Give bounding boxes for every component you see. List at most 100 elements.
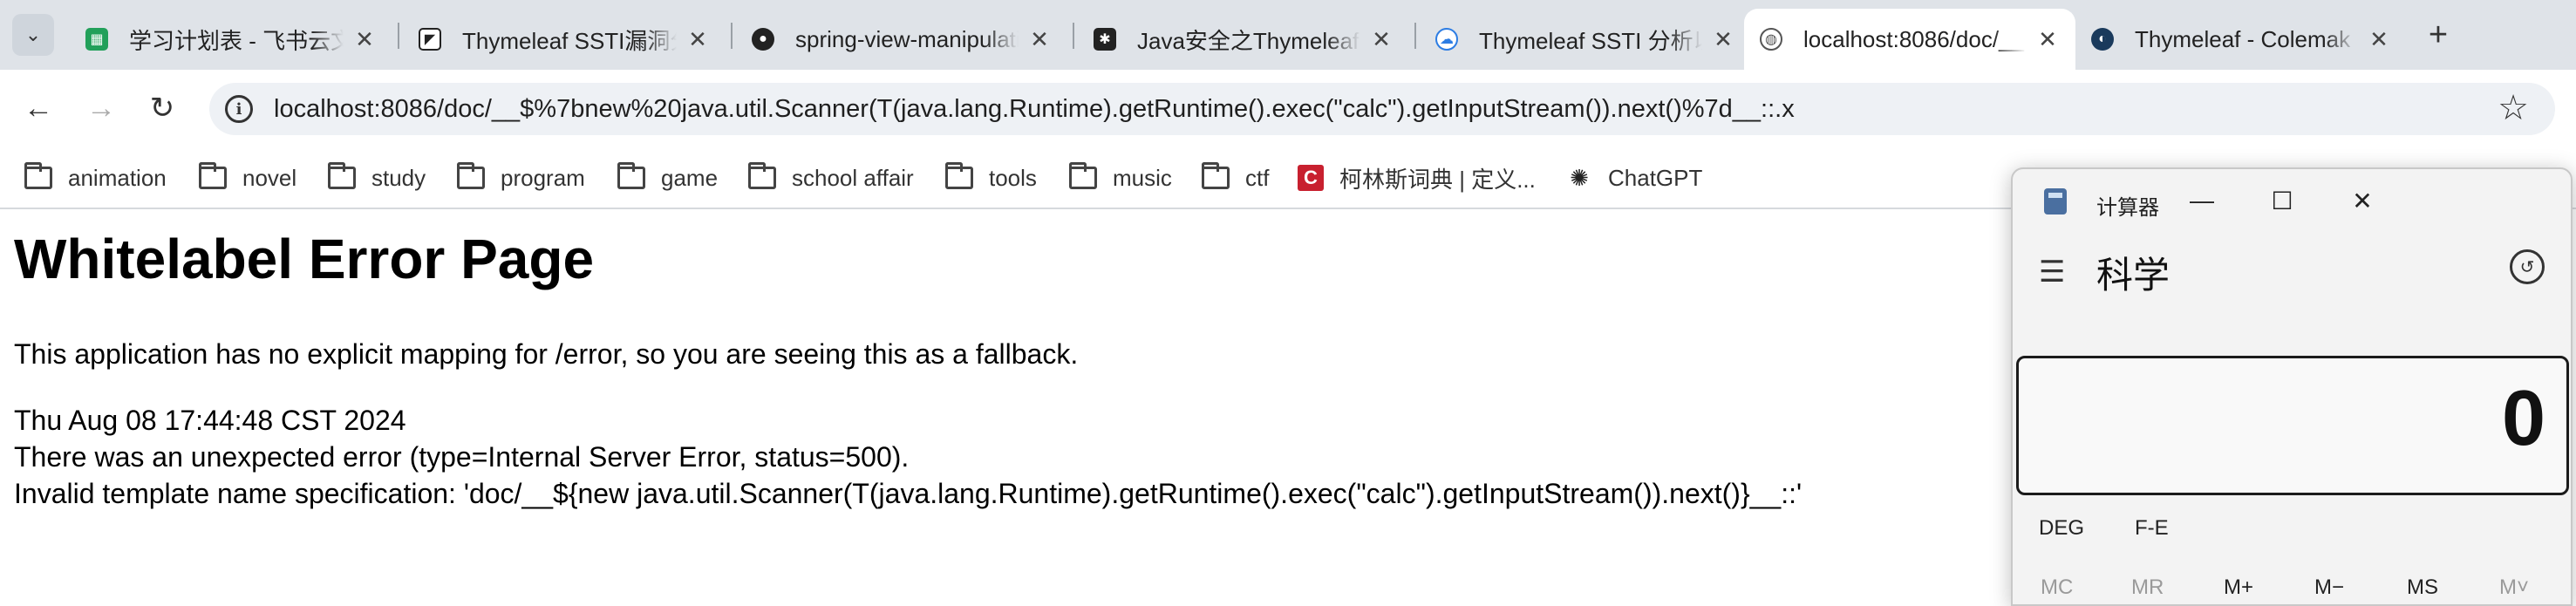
memory-recall-button[interactable]: MR <box>2131 575 2164 600</box>
forward-button[interactable]: → <box>78 85 124 131</box>
close-window-button[interactable]: ✕ <box>2341 181 2384 220</box>
plus-icon: + <box>2428 16 2449 53</box>
memory-add-button[interactable]: M+ <box>2224 575 2253 600</box>
tab-label: Java安全之Thymeleaf <box>1137 27 1360 54</box>
tab-3[interactable]: ✱ Java安全之Thymeleaf ✕ <box>1078 9 1409 70</box>
tab-label: 学习计划表 - 飞书云文档 <box>129 27 344 54</box>
hamburger-menu-icon[interactable]: ☰ <box>2039 255 2065 289</box>
memory-store-button[interactable]: MS <box>2407 575 2438 600</box>
tab-label: localhost:8086/doc/__ <box>1803 25 2024 52</box>
bookmark-folder-program[interactable]: program <box>457 160 585 195</box>
bookmark-folder-ctf[interactable]: ctf <box>1202 160 1269 195</box>
folder-icon <box>457 162 485 189</box>
calculator-mode: 科学 <box>2096 255 2171 296</box>
bookmark-folder-game[interactable]: game <box>617 160 718 195</box>
tab-5-active[interactable]: ◍ localhost:8086/doc/__ ✕ <box>1744 9 2075 70</box>
globe-icon: ◍ <box>1760 28 1782 51</box>
bookmark-collins[interactable]: C 柯林斯词典 | 定义... <box>1298 160 1536 195</box>
close-icon[interactable]: ✕ <box>685 26 710 53</box>
bookmark-label: program <box>501 164 585 191</box>
display-value: 0 <box>2501 375 2545 462</box>
close-icon[interactable]: ✕ <box>1369 26 1394 53</box>
tab-1[interactable]: ◤ Thymeleaf SSTI漏洞分析 ✕ <box>403 9 726 70</box>
tab-label: Thymeleaf SSTI 分析以及 <box>1479 27 1702 54</box>
chevron-down-icon: ⌄ <box>24 24 42 45</box>
calculator-window: 计算器 — ☐ ✕ ☰ 科学 ↺ 0 DEG F-E MC MR M+ M− M… <box>2011 167 2573 606</box>
maximize-icon: ☐ <box>2271 187 2293 214</box>
maximize-button[interactable]: ☐ <box>2260 181 2304 220</box>
memory-clear-button[interactable]: MC <box>2041 575 2073 600</box>
tab-separator <box>398 23 399 49</box>
close-icon[interactable]: ✕ <box>2367 26 2391 53</box>
close-icon[interactable]: ✕ <box>1711 26 1735 53</box>
calculator-title: 计算器 <box>2096 196 2159 220</box>
new-tab-button[interactable]: + <box>2416 12 2461 58</box>
calculator-display: 0 <box>2016 356 2569 495</box>
arrow-right-icon: → <box>86 91 116 125</box>
tab-2[interactable]: ● spring-view-manipulation ✕ <box>736 9 1067 70</box>
folder-icon <box>617 162 645 189</box>
tab-separator <box>1073 23 1074 49</box>
url-text[interactable]: localhost:8086/doc/__$%7bnew%20java.util… <box>274 95 1795 124</box>
github-icon: ● <box>752 28 774 51</box>
bookmark-label: school affair <box>792 164 914 191</box>
site-info-icon[interactable]: i <box>225 95 253 123</box>
folder-icon <box>945 162 973 189</box>
close-icon[interactable]: ✕ <box>1027 26 1052 53</box>
zhihu-bookmark-icon: ◤ <box>419 28 441 51</box>
tab-0[interactable]: ▦ 学习计划表 - 飞书云文档 ✕ <box>70 9 392 70</box>
bookmark-folder-school-affair[interactable]: school affair <box>748 160 914 195</box>
bookmark-folder-study[interactable]: study <box>328 160 426 195</box>
history-icon[interactable]: ↺ <box>2510 249 2545 284</box>
close-icon: ✕ <box>2352 187 2373 214</box>
site-icon: ◐ <box>2091 28 2114 51</box>
bookmark-folder-novel[interactable]: novel <box>199 160 296 195</box>
folder-icon <box>1069 162 1097 189</box>
memory-subtract-button[interactable]: M− <box>2314 575 2344 600</box>
bookmark-label: music <box>1113 164 1172 191</box>
bookmark-folder-music[interactable]: music <box>1069 160 1172 195</box>
folder-icon <box>328 162 356 189</box>
cnblogs-icon: ✱ <box>1094 28 1116 51</box>
bookmark-folder-animation[interactable]: animation <box>24 160 167 195</box>
arrow-left-icon: ← <box>24 91 53 125</box>
reload-icon: ↻ <box>149 92 175 125</box>
tab-label: spring-view-manipulation <box>795 25 1019 52</box>
tab-search-button[interactable]: ⌄ <box>12 14 54 56</box>
chatgpt-icon: ✺ <box>1570 164 1589 191</box>
tab-separator <box>731 23 733 49</box>
memory-list-button[interactable]: M˅ <box>2499 575 2529 600</box>
minimize-button[interactable]: — <box>2180 181 2224 220</box>
error-message: There was an unexpected error (type=Inte… <box>14 441 910 473</box>
feishu-sheet-icon: ▦ <box>85 28 108 51</box>
bookmark-label: 柯林斯词典 | 定义... <box>1339 166 1536 193</box>
tab-separator <box>1414 23 1416 49</box>
tab-4[interactable]: ☁ Thymeleaf SSTI 分析以及 ✕ <box>1420 9 1751 70</box>
bookmark-chatgpt[interactable]: ✺ ChatGPT <box>1566 160 1702 195</box>
tab-6[interactable]: ◐ Thymeleaf - Colemak ✕ <box>2075 9 2407 70</box>
cloud-icon: ☁ <box>1435 28 1458 51</box>
reload-button[interactable]: ↻ <box>140 85 185 131</box>
address-bar[interactable]: i localhost:8086/doc/__$%7bnew%20java.ut… <box>209 83 2555 135</box>
bookmark-label: ChatGPT <box>1608 164 1703 191</box>
fe-button[interactable]: F-E <box>2135 516 2169 541</box>
back-button[interactable]: ← <box>16 85 61 131</box>
bookmark-label: game <box>661 164 719 191</box>
page-description: This application has no explicit mapping… <box>14 338 1079 370</box>
bookmark-folder-tools[interactable]: tools <box>945 160 1037 195</box>
close-icon[interactable]: ✕ <box>2035 26 2060 53</box>
tab-label: Thymeleaf SSTI漏洞分析 <box>462 27 677 54</box>
error-detail: Invalid template name specification: 'do… <box>14 478 1803 509</box>
minimize-icon: — <box>2190 187 2214 214</box>
calculator-icon <box>2044 188 2067 214</box>
bookmark-label: animation <box>68 164 167 191</box>
angle-unit-button[interactable]: DEG <box>2039 516 2084 541</box>
bookmark-star-icon[interactable]: ☆ <box>2498 88 2529 128</box>
collins-icon: C <box>1298 165 1324 191</box>
close-icon[interactable]: ✕ <box>352 26 377 53</box>
tab-label: Thymeleaf - Colemak <box>2135 25 2351 52</box>
bookmark-label: tools <box>989 164 1037 191</box>
folder-icon <box>24 162 52 189</box>
error-timestamp: Thu Aug 08 17:44:48 CST 2024 <box>14 405 406 436</box>
folder-icon <box>199 162 227 189</box>
